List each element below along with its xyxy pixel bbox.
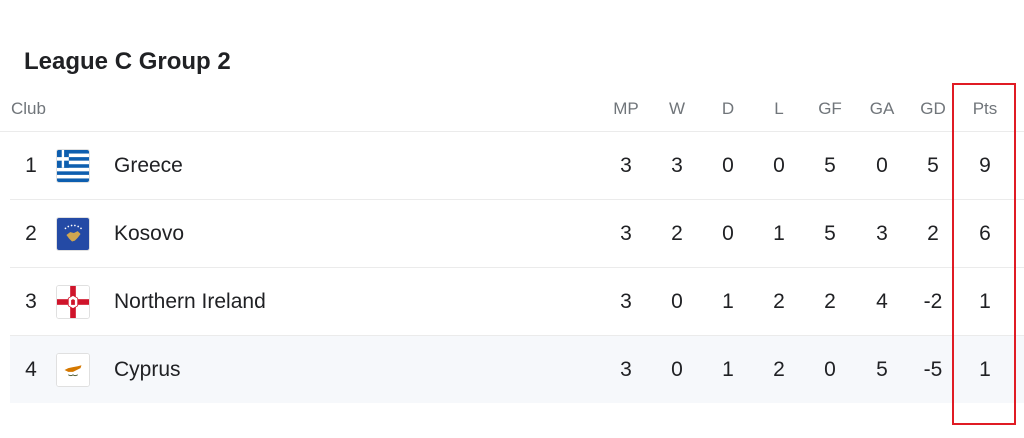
stat-mp: 3 xyxy=(620,222,632,245)
stat-w: 2 xyxy=(671,222,683,245)
stat-ga: 5 xyxy=(876,358,888,381)
stat-w: 3 xyxy=(671,154,683,177)
col-header-d: D xyxy=(721,99,735,118)
team-rank: 4 xyxy=(25,358,37,381)
stat-l: 1 xyxy=(773,222,785,245)
stat-d: 1 xyxy=(722,290,734,313)
stat-ga: 3 xyxy=(876,222,888,245)
stat-pts: 1 xyxy=(979,290,991,313)
col-header-mp: MP xyxy=(613,99,639,118)
table-row[interactable]: 2 Kosovo 3 2 0 1 5 3 2 6 xyxy=(10,200,1024,268)
table-row[interactable]: 3 Northern Ireland 3 0 1 2 2 4 -2 1 xyxy=(10,268,1024,336)
col-header-pts: Pts xyxy=(972,99,998,118)
stat-gd: 5 xyxy=(927,154,939,177)
stat-gd: -5 xyxy=(923,358,943,381)
col-header-gf: GF xyxy=(818,99,842,118)
team-name[interactable]: Cyprus xyxy=(114,336,181,403)
team-name[interactable]: Northern Ireland xyxy=(114,268,266,335)
group-title: League C Group 2 xyxy=(24,48,231,75)
cyprus-flag-icon xyxy=(56,353,90,387)
stat-pts: 6 xyxy=(979,222,991,245)
stat-mp: 3 xyxy=(620,290,632,313)
team-rank: 1 xyxy=(25,154,37,177)
col-header-gd: GD xyxy=(920,99,946,118)
table-row[interactable]: 4 Cyprus 3 0 1 2 0 5 -5 1 xyxy=(10,336,1024,403)
stat-d: 0 xyxy=(722,222,734,245)
stat-l: 0 xyxy=(773,154,785,177)
standings-header: Club MP W D L GF GA GD Pts xyxy=(0,87,1024,132)
col-header-ga: GA xyxy=(869,99,895,118)
team-rank: 3 xyxy=(25,290,37,313)
stat-mp: 3 xyxy=(620,358,632,381)
kosovo-flag-icon xyxy=(56,217,90,251)
northern-ireland-flag-icon xyxy=(56,285,90,319)
stat-gf: 5 xyxy=(824,222,836,245)
stat-gd: -2 xyxy=(923,290,943,313)
stat-pts: 1 xyxy=(979,358,991,381)
table-row[interactable]: 1 Greece 3 3 0 0 5 0 5 9 xyxy=(10,132,1024,200)
stat-gf: 5 xyxy=(824,154,836,177)
stat-d: 0 xyxy=(722,154,734,177)
stat-w: 0 xyxy=(671,290,683,313)
col-header-l: L xyxy=(774,99,784,118)
stat-d: 1 xyxy=(722,358,734,381)
stat-ga: 0 xyxy=(876,154,888,177)
stat-gf: 0 xyxy=(824,358,836,381)
col-header-w: W xyxy=(668,99,686,118)
stat-l: 2 xyxy=(773,358,785,381)
stat-mp: 3 xyxy=(620,154,632,177)
stat-gd: 2 xyxy=(927,222,939,245)
stat-w: 0 xyxy=(671,358,683,381)
team-name[interactable]: Kosovo xyxy=(114,200,184,267)
stat-gf: 2 xyxy=(824,290,836,313)
team-name[interactable]: Greece xyxy=(114,132,183,199)
stat-pts: 9 xyxy=(979,154,991,177)
team-rank: 2 xyxy=(25,222,37,245)
stat-l: 2 xyxy=(773,290,785,313)
col-header-club: Club xyxy=(11,99,46,118)
greece-flag-icon xyxy=(56,149,90,183)
stat-ga: 4 xyxy=(876,290,888,313)
